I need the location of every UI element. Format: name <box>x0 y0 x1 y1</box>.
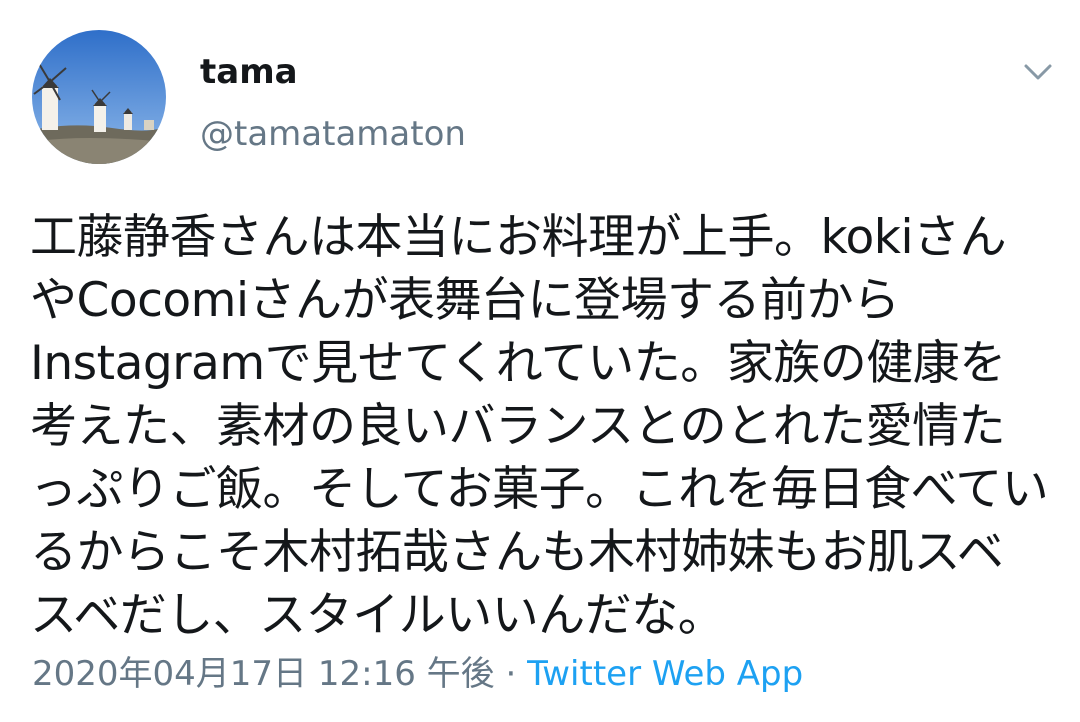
tweet-timestamp[interactable]: 2020年04月17日 12:16 午後 <box>32 654 495 694</box>
tweet-text: 工藤静香さんは本当にお料理が上手。kokiさんやCocomiさんが表舞台に登場す… <box>30 210 1049 643</box>
user-handle[interactable]: @tamatamaton <box>200 112 466 156</box>
avatar[interactable] <box>32 30 166 164</box>
tweet: tama @tamatamaton 工藤静香さんは本当にお料理が上手。kokiさ… <box>0 0 1080 722</box>
meta-separator: · <box>494 654 528 694</box>
windmill-avatar-icon <box>32 30 166 164</box>
tweet-meta: 2020年04月17日 12:16 午後 · Twitter Web App <box>32 652 803 696</box>
tweet-source-link[interactable]: Twitter Web App <box>527 654 803 694</box>
chevron-down-icon[interactable] <box>1018 58 1058 86</box>
display-name[interactable]: tama <box>200 52 298 92</box>
